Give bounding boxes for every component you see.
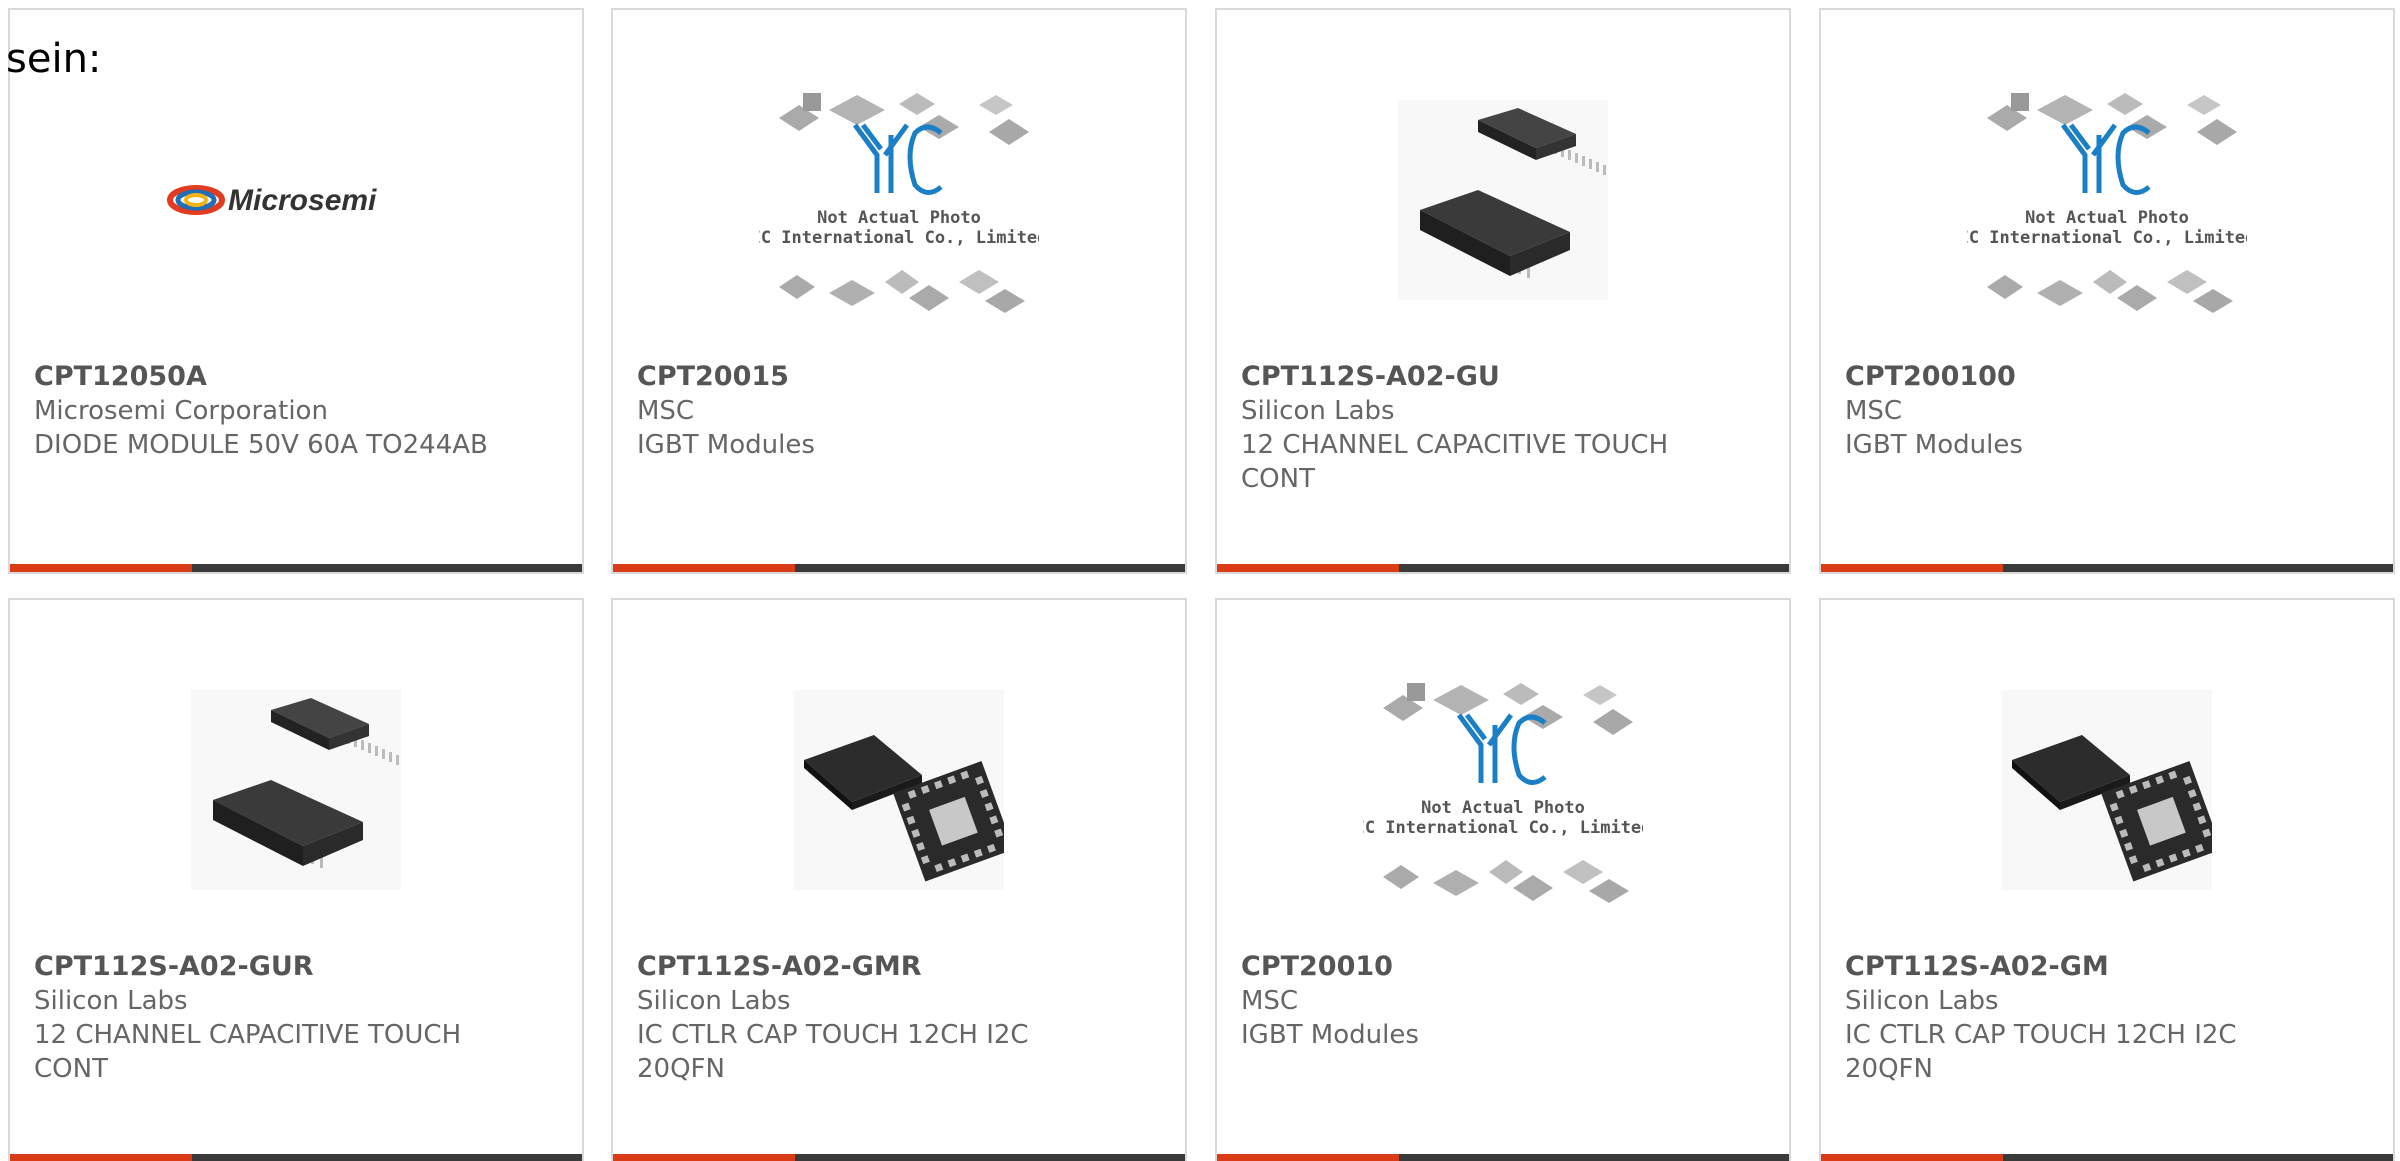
yic-placeholder-image: Not Actual Photo YIC International Co., … bbox=[1967, 93, 2247, 313]
product-info: CPT200100 MSC IGBT Modules bbox=[1845, 360, 2325, 462]
card-bottom-bar bbox=[10, 564, 582, 572]
product-info: CPT112S-A02-GUR Silicon Labs 12 CHANNEL CA… bbox=[34, 950, 514, 1086]
product-info: CPT20015 MSC IGBT Modules bbox=[637, 360, 1117, 462]
svg-text:YIC International Co., Limited: YIC International Co., Limited. bbox=[759, 228, 1039, 248]
description: IGBT Modules bbox=[637, 430, 815, 460]
product-image[interactable] bbox=[1217, 50, 1789, 350]
product-card[interactable]: CPT112S-A02-GM Silicon Labs IC CTLR CAP TO… bbox=[1819, 598, 2395, 1161]
card-accent-bar bbox=[10, 1154, 192, 1161]
svg-text:YIC International Co., Limited: YIC International Co., Limited. bbox=[1967, 228, 2247, 248]
product-image[interactable]: Not Actual Photo YIC International Co., … bbox=[1217, 640, 1789, 940]
part-number[interactable]: CPT112S-A02-GU bbox=[1241, 360, 1721, 394]
svg-text:Not Actual Photo: Not Actual Photo bbox=[1421, 798, 1585, 818]
microsemi-logo-text: Microsemi bbox=[228, 184, 377, 217]
part-number[interactable]: CPT20015 bbox=[637, 360, 1117, 394]
product-image[interactable] bbox=[1821, 640, 2393, 940]
part-number[interactable]: CPT112S-A02-GM bbox=[1845, 950, 2325, 984]
product-grid-page: sein: Microsemi CPT12050A Microsemi Corpo… bbox=[0, 0, 2400, 1161]
manufacturer: Silicon Labs bbox=[34, 986, 188, 1016]
manufacturer: MSC bbox=[637, 396, 695, 426]
manufacturer: MSC bbox=[1241, 986, 1299, 1016]
product-image[interactable] bbox=[613, 640, 1185, 940]
part-number[interactable]: CPT12050A bbox=[34, 360, 514, 394]
svg-text:Not Actual Photo: Not Actual Photo bbox=[817, 208, 981, 228]
product-info: CPT20010 MSC IGBT Modules bbox=[1241, 950, 1721, 1052]
product-info: CPT112S-A02-GMR Silicon Labs IC CTLR CAP T… bbox=[637, 950, 1117, 1086]
qfn-chip-image bbox=[794, 690, 1004, 890]
card-accent-bar bbox=[1821, 1154, 2003, 1161]
ssop-chip-image bbox=[1398, 100, 1608, 300]
svg-text:YIC International Co., Limited: YIC International Co., Limited. bbox=[1363, 818, 1643, 838]
product-info: CPT112S-A02-GM Silicon Labs IC CTLR CAP TO… bbox=[1845, 950, 2325, 1086]
part-number[interactable]: CPT20010 bbox=[1241, 950, 1721, 984]
ssop-chip-image bbox=[191, 690, 401, 890]
part-number[interactable]: CPT200100 bbox=[1845, 360, 2325, 394]
yic-logo-icon bbox=[852, 123, 943, 195]
product-image[interactable]: Microsemi bbox=[10, 50, 582, 350]
manufacturer: Silicon Labs bbox=[637, 986, 791, 1016]
product-card[interactable]: CPT112S-A02-GU Silicon Labs 12 CHANNEL CAP… bbox=[1215, 8, 1791, 574]
yic-logo-icon bbox=[2060, 123, 2151, 195]
yic-placeholder-image: Not Actual Photo YIC International Co., … bbox=[1363, 683, 1643, 903]
card-bottom-bar bbox=[10, 1154, 582, 1161]
card-accent-bar bbox=[1217, 1154, 1399, 1161]
yic-logo-icon bbox=[1456, 713, 1547, 785]
card-bottom-bar bbox=[613, 1154, 1185, 1161]
card-accent-bar bbox=[1217, 564, 1399, 572]
card-accent-bar bbox=[1821, 564, 2003, 572]
description: 12 CHANNEL CAPACITIVE TOUCH CONT bbox=[34, 1020, 462, 1084]
product-image[interactable] bbox=[10, 640, 582, 940]
description: DIODE MODULE 50V 60A TO244AB bbox=[34, 430, 488, 460]
card-accent-bar bbox=[10, 564, 192, 572]
part-number[interactable]: CPT112S-A02-GUR bbox=[34, 950, 514, 984]
manufacturer: Microsemi Corporation bbox=[34, 396, 328, 426]
card-bottom-bar bbox=[613, 564, 1185, 572]
product-card[interactable]: CPT112S-A02-GMR Silicon Labs IC CTLR CAP T… bbox=[611, 598, 1187, 1161]
description: 12 CHANNEL CAPACITIVE TOUCH CONT bbox=[1241, 430, 1669, 494]
product-card[interactable]: Microsemi CPT12050A Microsemi Corporation… bbox=[8, 8, 584, 574]
manufacturer: MSC bbox=[1845, 396, 1903, 426]
product-card[interactable]: CPT112S-A02-GUR Silicon Labs 12 CHANNEL CA… bbox=[8, 598, 584, 1161]
card-bottom-bar bbox=[1821, 1154, 2393, 1161]
description: IC CTLR CAP TOUCH 12CH I2C 20QFN bbox=[637, 1020, 1029, 1084]
card-bottom-bar bbox=[1217, 564, 1789, 572]
product-image[interactable]: Not Actual Photo YIC International Co., … bbox=[613, 50, 1185, 350]
yic-placeholder-image: Not Actual Photo YIC International Co., … bbox=[759, 93, 1039, 313]
product-image[interactable]: Not Actual Photo YIC International Co., … bbox=[1821, 50, 2393, 350]
card-accent-bar bbox=[613, 1154, 795, 1161]
manufacturer: Silicon Labs bbox=[1845, 986, 1999, 1016]
intro-text: sein: bbox=[6, 36, 102, 82]
product-info: CPT112S-A02-GU Silicon Labs 12 CHANNEL CAP… bbox=[1241, 360, 1721, 496]
product-card[interactable]: Not Actual Photo YIC International Co., … bbox=[611, 8, 1187, 574]
card-bottom-bar bbox=[1217, 1154, 1789, 1161]
description: IGBT Modules bbox=[1845, 430, 2023, 460]
product-card[interactable]: Not Actual Photo YIC International Co., … bbox=[1215, 598, 1791, 1161]
card-bottom-bar bbox=[1821, 564, 2393, 572]
description: IGBT Modules bbox=[1241, 1020, 1419, 1050]
product-card[interactable]: Not Actual Photo YIC International Co., … bbox=[1819, 8, 2395, 574]
description: IC CTLR CAP TOUCH 12CH I2C 20QFN bbox=[1845, 1020, 2237, 1084]
product-info: CPT12050A Microsemi Corporation DIODE MODU… bbox=[34, 360, 514, 462]
svg-text:Not Actual Photo: Not Actual Photo bbox=[2025, 208, 2189, 228]
manufacturer: Silicon Labs bbox=[1241, 396, 1395, 426]
part-number[interactable]: CPT112S-A02-GMR bbox=[637, 950, 1117, 984]
microsemi-logo: Microsemi bbox=[167, 184, 377, 217]
card-accent-bar bbox=[613, 564, 795, 572]
qfn-chip-image bbox=[2002, 690, 2212, 890]
